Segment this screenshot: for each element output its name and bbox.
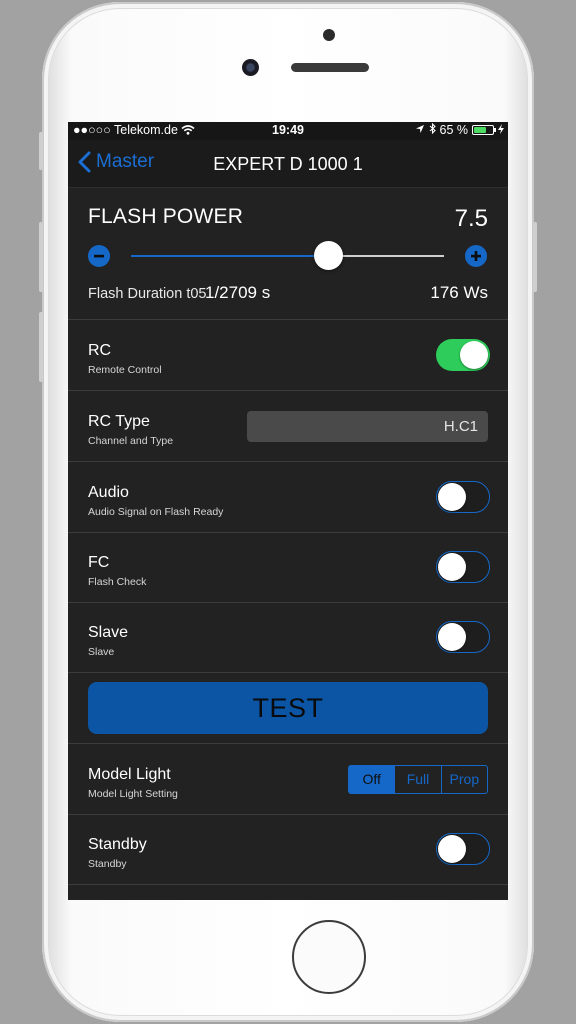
bluetooth-icon bbox=[429, 122, 436, 137]
earpiece-speaker bbox=[291, 63, 369, 72]
front-camera bbox=[242, 59, 259, 76]
flash-duration-label: Flash Duration t05 bbox=[88, 286, 207, 302]
audio-title: Audio bbox=[88, 484, 129, 501]
flash-power-value: 7.5 bbox=[454, 205, 488, 232]
model-light-title: Model Light bbox=[88, 766, 171, 783]
toggle-knob bbox=[438, 834, 466, 863]
flash-duration-value: 1/2709 s bbox=[205, 283, 271, 302]
audio-subtitle: Audio Signal on Flash Ready bbox=[88, 506, 224, 518]
toggle-knob bbox=[438, 622, 466, 651]
model-light-option-off[interactable]: Off bbox=[349, 766, 395, 793]
slave-toggle[interactable] bbox=[436, 621, 490, 653]
standby-title: Standby bbox=[88, 836, 147, 853]
fc-toggle[interactable] bbox=[436, 551, 490, 583]
flash-power-label: FLASH POWER bbox=[88, 205, 244, 228]
model-light-segmented-control: Off Full Prop bbox=[348, 765, 488, 794]
standby-toggle[interactable] bbox=[436, 833, 490, 865]
flash-power-section: FLASH POWER 7.5 Flash Duration t05 1/270… bbox=[68, 188, 508, 320]
audio-row: Audio Audio Signal on Flash Ready bbox=[68, 462, 508, 533]
volume-up-button bbox=[39, 222, 43, 292]
plus-icon bbox=[471, 251, 481, 261]
power-button bbox=[533, 222, 537, 292]
navigation-bar: Master EXPERT D 1000 1 bbox=[68, 140, 508, 188]
power-slider-fill bbox=[131, 255, 329, 257]
rc-title: RC bbox=[88, 342, 112, 359]
test-button[interactable]: TEST bbox=[88, 682, 488, 734]
rear-sensor bbox=[323, 29, 335, 41]
mute-switch bbox=[39, 132, 43, 170]
slave-title: Slave bbox=[88, 624, 129, 641]
volume-down-button bbox=[39, 312, 43, 382]
rc-subtitle: Remote Control bbox=[88, 364, 162, 376]
test-section: TEST bbox=[68, 673, 508, 744]
minus-icon bbox=[94, 254, 104, 258]
increase-power-button[interactable] bbox=[465, 245, 487, 267]
slave-subtitle: Slave bbox=[88, 646, 115, 658]
home-button[interactable] bbox=[292, 920, 366, 994]
model-light-row: Model Light Model Light Setting Off Full… bbox=[68, 744, 508, 815]
rc-type-field[interactable]: H.C1 bbox=[247, 411, 488, 442]
model-light-option-prop[interactable]: Prop bbox=[440, 766, 487, 793]
model-light-subtitle: Model Light Setting bbox=[88, 788, 178, 800]
battery-percent: 65 % bbox=[439, 123, 469, 137]
power-slider-track[interactable] bbox=[131, 255, 444, 257]
fc-title: FC bbox=[88, 554, 110, 571]
model-light-option-full[interactable]: Full bbox=[394, 766, 440, 793]
fc-subtitle: Flash Check bbox=[88, 576, 147, 588]
app-screen: ●●○○○ Telekom.de 19:49 65 % Master EXPER… bbox=[68, 122, 508, 900]
toggle-knob bbox=[438, 552, 466, 581]
toggle-knob bbox=[438, 482, 466, 511]
page-title: EXPERT D 1000 1 bbox=[213, 154, 363, 174]
standby-row: Standby Standby bbox=[68, 814, 508, 885]
rc-type-title: RC Type bbox=[88, 413, 150, 430]
status-bar: ●●○○○ Telekom.de 19:49 65 % bbox=[68, 122, 508, 140]
battery-icon bbox=[472, 125, 496, 135]
rc-toggle[interactable] bbox=[436, 339, 490, 371]
audio-toggle[interactable] bbox=[436, 481, 490, 513]
fc-row: FC Flash Check bbox=[68, 532, 508, 603]
toggle-knob bbox=[460, 341, 488, 369]
rc-type-subtitle: Channel and Type bbox=[88, 435, 174, 447]
charging-bolt-icon bbox=[498, 123, 504, 137]
slave-row: Slave Slave bbox=[68, 602, 508, 673]
power-slider-thumb[interactable] bbox=[313, 241, 343, 270]
rc-row: RC Remote Control bbox=[68, 320, 508, 391]
decrease-power-button[interactable] bbox=[88, 245, 110, 267]
flash-energy-value: 176 Ws bbox=[430, 283, 488, 302]
rc-type-row: RC Type Channel and Type H.C1 bbox=[68, 391, 508, 462]
standby-subtitle: Standby bbox=[88, 858, 127, 870]
status-right: 65 % bbox=[415, 122, 504, 137]
location-arrow-icon bbox=[415, 123, 425, 137]
